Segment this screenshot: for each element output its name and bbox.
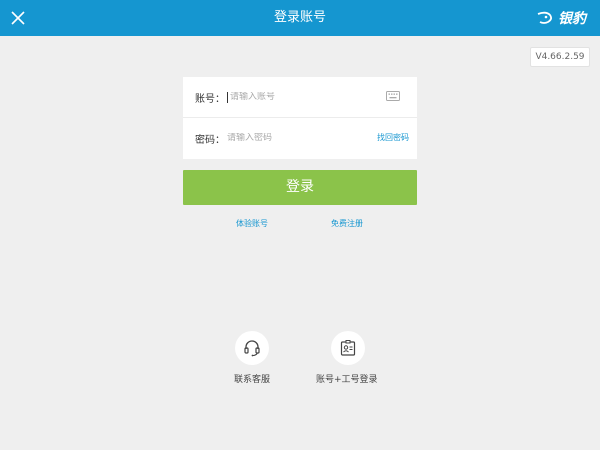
keyboard-icon[interactable]	[386, 91, 400, 101]
brand-logo-text: 银豹	[558, 11, 586, 27]
account-label: 账号：	[195, 93, 225, 105]
version-badge: V4.66.2.59	[530, 47, 590, 67]
login-form: 账号： 密码： 找回密码	[183, 77, 417, 159]
password-label: 密码：	[195, 134, 225, 146]
brand-logo: 银豹	[536, 8, 586, 28]
customer-service-label: 联系客服	[234, 375, 271, 385]
text-caret	[227, 91, 228, 103]
password-row: 密码： 找回密码	[183, 118, 417, 158]
employee-login-button[interactable]	[331, 331, 365, 365]
id-badge-icon	[340, 340, 356, 356]
employee-login-label: 账号+工号登录	[316, 375, 378, 385]
page-title: 登录账号	[273, 10, 326, 25]
account-row: 账号：	[183, 77, 417, 118]
find-password-link[interactable]: 找回密码	[377, 118, 409, 158]
customer-service-button[interactable]	[235, 331, 269, 365]
login-button[interactable]: 登录	[183, 170, 417, 205]
trial-account-link[interactable]: 体验账号	[236, 218, 268, 229]
account-input[interactable]	[230, 92, 370, 102]
brand-logo-icon	[537, 11, 553, 24]
header-bar: 登录账号 银豹	[0, 0, 600, 36]
headset-icon	[244, 340, 260, 357]
free-register-link[interactable]: 免费注册	[331, 218, 363, 229]
password-input[interactable]	[227, 133, 367, 143]
